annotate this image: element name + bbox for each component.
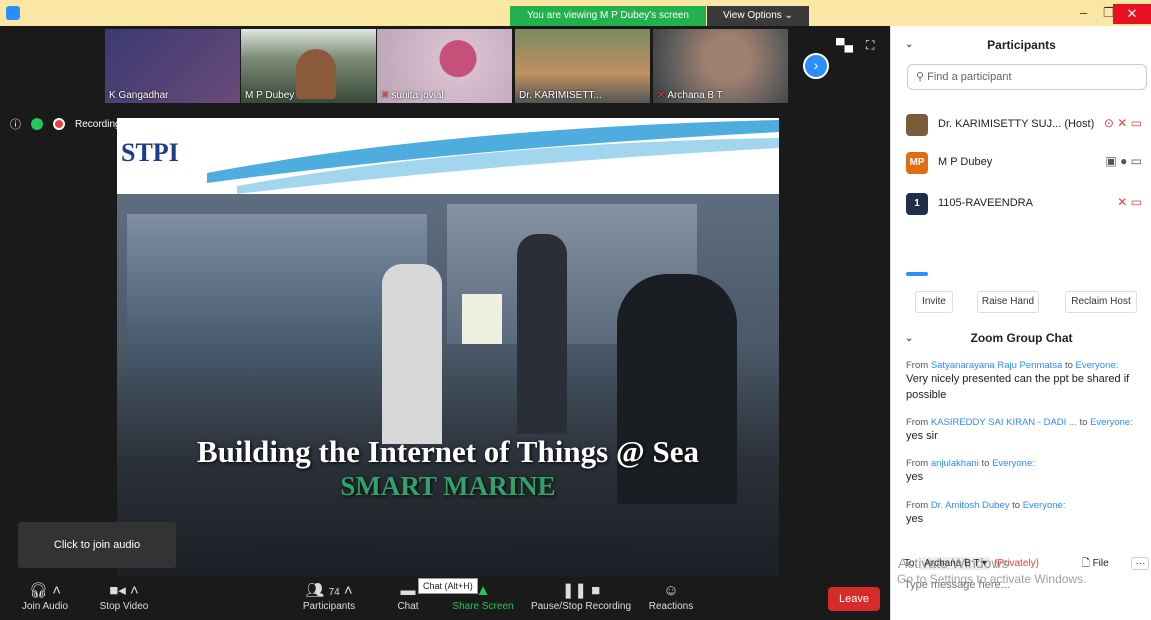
- participant-row[interactable]: MP M P Dubey ▣ ● ▭: [891, 148, 1151, 178]
- video-thumbnail[interactable]: M P Dubey: [241, 29, 376, 103]
- chat-header: ⌄ Zoom Group Chat: [905, 331, 1073, 345]
- avatar: 1: [906, 193, 928, 215]
- pause-stop-recording-button[interactable]: ❚❚ ■ Pause/Stop Recording: [528, 581, 634, 612]
- video-area: K Gangadhar M P Dubey ✕ sunita jovial Dr.…: [0, 26, 890, 578]
- join-audio-tooltip[interactable]: Click to join audio: [18, 522, 176, 568]
- info-icon[interactable]: ⓘ: [10, 116, 21, 132]
- avatar: [906, 114, 928, 136]
- reclaim-host-button[interactable]: Reclaim Host: [1065, 291, 1137, 313]
- headphone-icon: 🎧︎ ˄: [29, 582, 61, 599]
- participant-name: M P Dubey: [938, 156, 993, 168]
- stpi-logo: STPI: [121, 138, 179, 167]
- participant-search-input[interactable]: ⚲ Find a participant: [907, 64, 1147, 90]
- participants-icon: 👥︎ 74 ˄: [305, 582, 353, 599]
- message-sender: From Satyanarayana Raju Penmatsa to Ever…: [906, 360, 1119, 371]
- zoom-logo-icon: [6, 6, 20, 20]
- reactions-button[interactable]: ☺ Reactions: [646, 581, 696, 612]
- view-options-button[interactable]: View Options ⌄: [707, 6, 809, 26]
- thumbnail-strip: K Gangadhar M P Dubey ✕ sunita jovial Dr.…: [0, 26, 890, 106]
- monitor-light: [462, 294, 502, 344]
- participant-status-icons: ⊙ ✕ ▭: [1103, 116, 1142, 130]
- message-sender: From anjulakhani to Everyone:: [906, 458, 1035, 469]
- message-sender: From KASIREDDY SAI KIRAN - DADI ... to E…: [906, 417, 1133, 428]
- wave-graphic: [207, 120, 779, 194]
- participants-header: ⌄ Participants: [891, 26, 1151, 64]
- thumbnail-name: M P Dubey: [245, 90, 295, 101]
- thumbnail-name: Dr. KARIMISETT...: [519, 90, 602, 101]
- stop-video-button[interactable]: ■◂ ˄ Stop Video: [92, 581, 156, 612]
- partial-avatar: [906, 272, 928, 276]
- title-bar: You are viewing M P Dubey's screen View …: [0, 0, 1151, 26]
- shield-icon[interactable]: [31, 118, 43, 130]
- thumbnail-name: K Gangadhar: [109, 90, 169, 101]
- chevron-down-icon[interactable]: ⌄: [905, 26, 913, 64]
- thumbnail-name: ✕ sunita jovial: [381, 90, 444, 101]
- layout-icon[interactable]: ▀▄: [836, 38, 853, 52]
- fullscreen-icon[interactable]: ⛶: [866, 38, 874, 53]
- chat-message: From Satyanarayana Raju Penmatsa to Ever…: [906, 360, 1146, 403]
- video-thumbnail[interactable]: ✕ sunita jovial: [377, 29, 512, 103]
- zoom-window: You are viewing M P Dubey's screen View …: [0, 0, 1151, 620]
- slide-subtitle: SMART MARINE: [340, 471, 556, 501]
- file-button[interactable]: File: [1093, 558, 1109, 569]
- smile-icon: ☺: [663, 582, 679, 599]
- join-audio-button[interactable]: 🎧︎ ˄ Join Audio: [16, 581, 74, 612]
- participant-status-icons: ▣ ● ▭: [1105, 154, 1142, 168]
- video-thumbnail[interactable]: Dr. KARIMISETT...: [515, 29, 650, 103]
- person-silhouette: [517, 234, 567, 434]
- side-panel: ⌄ Participants ⚲ Find a participant Dr. …: [890, 26, 1151, 620]
- share-screen-icon: ▲: [475, 582, 491, 599]
- leave-button[interactable]: Leave: [828, 587, 880, 611]
- slide-title: Building the Internet of Things @ Sea: [197, 434, 699, 469]
- message-sender: From Dr. Amitosh Dubey to Everyone:: [906, 500, 1066, 511]
- shared-slide: STPI Building the Internet of Things @ S…: [117, 118, 779, 578]
- search-icon: ⚲: [916, 71, 925, 83]
- chat-message: From KASIREDDY SAI KIRAN - DADI ... to E…: [906, 417, 1146, 444]
- thumbnail-name: ✕ Archana B T: [657, 90, 723, 101]
- chat-message: From anjulakhani to Everyone: yes: [906, 458, 1146, 485]
- slide-header: STPI: [117, 118, 779, 194]
- participant-status-icons: ✕ ▭: [1117, 195, 1142, 209]
- more-icon[interactable]: ···: [1131, 557, 1150, 570]
- video-thumbnail[interactable]: ✕ Archana B T: [653, 29, 788, 103]
- chat-message: From Dr. Amitosh Dubey to Everyone: yes: [906, 500, 1146, 527]
- participant-name: Dr. KARIMISETTY SUJ... (Host): [938, 118, 1095, 130]
- person-silhouette: [296, 49, 336, 99]
- pause-stop-icon: ❚❚ ■: [561, 582, 601, 599]
- share-screen-button[interactable]: ▲ Share Screen: [450, 581, 516, 612]
- participant-row[interactable]: 1 1105-RAVEENDRA ✕ ▭: [891, 189, 1151, 219]
- camera-icon: ■◂ ˄: [109, 582, 139, 599]
- message-text: Very nicely presented can the ppt be sha…: [906, 373, 1130, 401]
- video-thumbnail[interactable]: K Gangadhar: [105, 29, 240, 103]
- invite-button[interactable]: Invite: [915, 291, 953, 313]
- record-icon: [53, 118, 65, 130]
- windows-watermark: Activate Windows Go to Settings to activ…: [897, 555, 1087, 586]
- chevron-down-icon[interactable]: ⌄: [905, 333, 913, 344]
- participants-button[interactable]: 👥︎ 74 ˄ Participants: [288, 581, 370, 612]
- avatar: MP: [906, 152, 928, 174]
- minimize-icon[interactable]: –: [1080, 5, 1087, 20]
- message-text: yes: [906, 513, 924, 525]
- participant-name: 1105-RAVEENDRA: [938, 197, 1033, 209]
- message-text: yes: [906, 471, 924, 483]
- message-text: yes sir: [906, 430, 938, 442]
- meeting-toolbar: 🎧︎ ˄ Join Audio ■◂ ˄ Stop Video 👥︎ 74 ˄ …: [0, 577, 890, 620]
- viewing-banner: You are viewing M P Dubey's screen: [510, 6, 706, 26]
- close-icon[interactable]: ✕: [1113, 4, 1151, 24]
- mic-muted-icon: ✕: [657, 90, 666, 101]
- next-page-button[interactable]: ›: [803, 53, 829, 79]
- person-silhouette: [382, 264, 442, 444]
- ship-bridge-photo: [117, 194, 779, 578]
- raise-hand-button[interactable]: Raise Hand: [977, 291, 1039, 313]
- participant-row[interactable]: Dr. KARIMISETTY SUJ... (Host) ⊙ ✕ ▭: [891, 110, 1151, 140]
- mic-muted-icon: ✕: [381, 90, 390, 101]
